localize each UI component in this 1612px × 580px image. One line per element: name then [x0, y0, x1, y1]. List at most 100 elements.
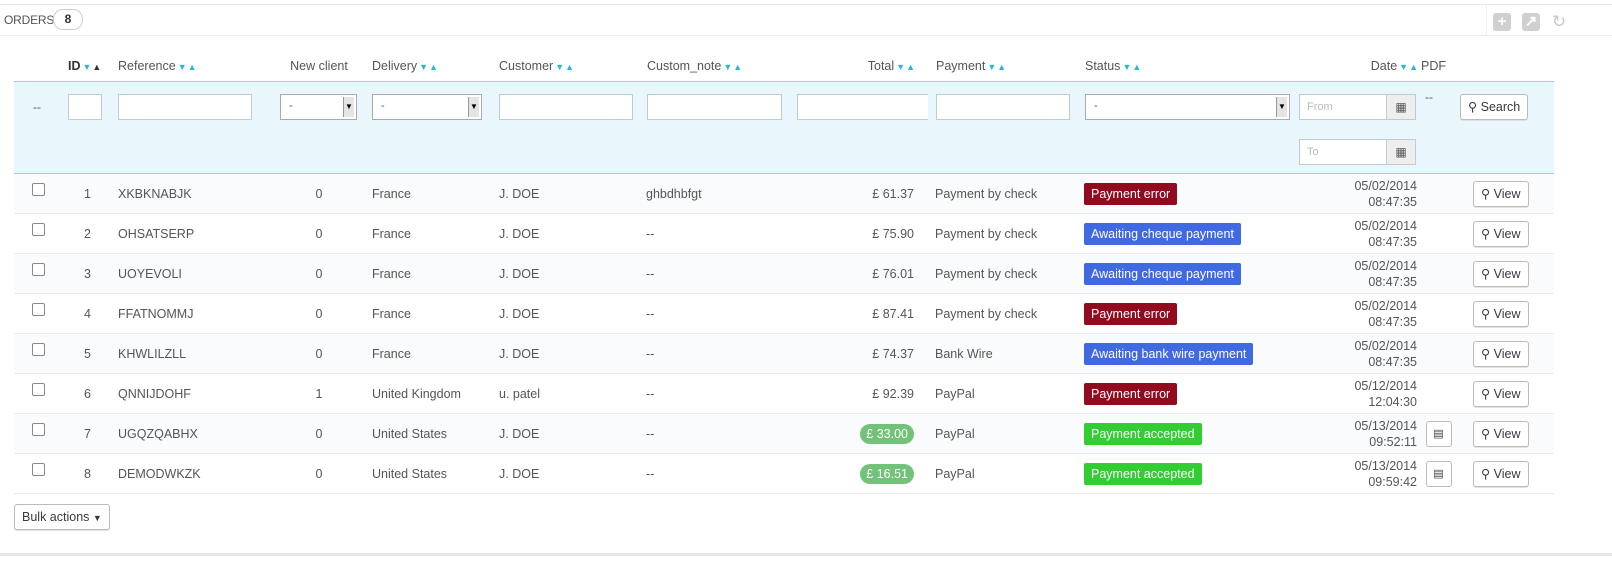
filter-total-input[interactable] [797, 93, 931, 120]
row-checkbox[interactable] [32, 263, 45, 276]
sort-asc-icon[interactable]: ▲ [1132, 62, 1141, 72]
table-row[interactable]: 3 UOYEVOLI 0 France J. DOE -- £ 76.01 Payment b… [14, 253, 1554, 294]
order-custom-note: -- [637, 453, 787, 494]
header-date[interactable]: Date ▼ ▲ [1297, 51, 1421, 82]
order-id: 6 [68, 373, 118, 414]
order-reference: QNNIJDOHF [118, 373, 278, 414]
order-date: 05/02/2014 [1354, 218, 1417, 233]
view-button[interactable]: ⚲ View [1473, 340, 1529, 367]
sort-asc-icon[interactable]: ▲ [92, 62, 101, 72]
sort-asc-icon[interactable]: ▲ [906, 62, 915, 72]
chevron-down-icon: ▼ [343, 96, 354, 117]
order-actions-cell: ⚲ View [1456, 333, 1554, 374]
sort-desc-icon[interactable]: ▼ [555, 62, 564, 72]
total-value: £ 76.01 [872, 266, 914, 281]
export-icon[interactable]: ↗ [1522, 13, 1540, 31]
sort-desc-icon[interactable]: ▼ [1399, 62, 1408, 72]
sort-desc-icon[interactable]: ▼ [896, 62, 905, 72]
date-to-input[interactable]: To [1299, 139, 1387, 165]
order-id: 4 [68, 293, 118, 334]
sort-asc-icon[interactable]: ▲ [733, 62, 742, 72]
order-custom-note: -- [637, 413, 787, 454]
pdf-invoice-button[interactable]: ▤ [1425, 460, 1452, 487]
search-button[interactable]: ⚲ Search [1460, 93, 1529, 120]
table-row[interactable]: 1 XKBKNABJK 0 France J. DOE ghbdhbfgt £ 61.37 P… [14, 173, 1554, 214]
zoom-icon: ⚲ [1481, 386, 1491, 401]
sort-desc-icon[interactable]: ▼ [178, 62, 187, 72]
view-button[interactable]: ⚲ View [1473, 300, 1529, 327]
sort-asc-icon[interactable]: ▲ [997, 62, 1006, 72]
order-payment: Payment by check [928, 293, 1077, 334]
table-row[interactable]: 5 KHWLILZLL 0 France J. DOE -- £ 74.37 Bank Wir… [14, 333, 1554, 374]
header-select [14, 51, 68, 82]
caret-down-icon: ▼ [92, 513, 102, 523]
pdf-invoice-button[interactable]: ▤ [1425, 420, 1452, 447]
total-badge: £ 16.51 [860, 463, 914, 484]
table-row[interactable]: 2 OHSATSERP 0 France J. DOE -- £ 75.90 Payment … [14, 213, 1554, 254]
refresh-icon[interactable]: ↻ [1550, 13, 1568, 31]
row-checkbox[interactable] [32, 423, 45, 436]
order-date-cell: 05/12/2014 12:04:30 [1297, 373, 1421, 414]
filter-id-input[interactable] [68, 93, 102, 120]
order-pdf-cell [1421, 373, 1456, 414]
view-button[interactable]: ⚲ View [1473, 420, 1529, 447]
order-id: 7 [68, 413, 118, 454]
view-button[interactable]: ⚲ View [1473, 260, 1529, 287]
filter-customer-input[interactable] [499, 93, 633, 120]
header-status[interactable]: Status ▼ ▲ [1077, 51, 1297, 82]
filter-status-select[interactable]: - ▼ [1085, 93, 1290, 120]
sort-asc-icon[interactable]: ▲ [188, 62, 197, 72]
bulk-actions-button[interactable]: Bulk actions ▼ [14, 504, 110, 530]
sort-desc-icon[interactable]: ▼ [83, 62, 92, 72]
calendar-icon[interactable]: ▦ [1386, 93, 1416, 120]
row-checkbox[interactable] [32, 343, 45, 356]
status-badge: Awaiting cheque payment [1084, 222, 1241, 245]
filter-reference-input[interactable] [118, 93, 252, 120]
header-delivery[interactable]: Delivery ▼ ▲ [360, 51, 488, 82]
order-customer: J. DOE [488, 413, 637, 454]
filter-bulk-placeholder: -- [14, 81, 68, 131]
order-reference: KHWLILZLL [118, 333, 278, 374]
total-value: £ 87.41 [872, 306, 914, 321]
filter-delivery-select[interactable]: - ▼ [372, 93, 482, 120]
order-delivery: France [360, 333, 488, 374]
table-row[interactable]: 6 QNNIJDOHF 1 United Kingdom u. patel -- £ 92.… [14, 373, 1554, 414]
header-total[interactable]: Total ▼ ▲ [787, 51, 928, 82]
view-button[interactable]: ⚲ View [1473, 460, 1529, 487]
header-custom-note[interactable]: Custom_note ▼ ▲ [637, 51, 787, 82]
order-payment: PayPal [928, 453, 1077, 494]
row-checkbox[interactable] [32, 383, 45, 396]
view-button[interactable]: ⚲ View [1473, 220, 1529, 247]
sort-desc-icon[interactable]: ▼ [987, 62, 996, 72]
order-date-cell: 05/02/2014 08:47:35 [1297, 293, 1421, 334]
header-reference[interactable]: Reference ▼ ▲ [118, 51, 278, 82]
row-select-cell [14, 373, 68, 414]
sort-asc-icon[interactable]: ▲ [565, 62, 574, 72]
add-icon[interactable]: + [1493, 13, 1511, 31]
header-customer[interactable]: Customer ▼ ▲ [488, 51, 637, 82]
header-payment[interactable]: Payment ▼ ▲ [928, 51, 1077, 82]
filter-custom-note-input[interactable] [647, 93, 782, 120]
order-customer: J. DOE [488, 173, 637, 214]
order-payment: Payment by check [928, 213, 1077, 254]
filter-new-client-select[interactable]: - ▼ [280, 93, 357, 120]
status-badge: Awaiting cheque payment [1084, 262, 1241, 285]
sort-desc-icon[interactable]: ▼ [1122, 62, 1131, 72]
table-row[interactable]: 8 DEMODWKZK 0 United States J. DOE -- £ 16.51 P… [14, 453, 1554, 494]
calendar-icon[interactable]: ▦ [1386, 139, 1416, 165]
sort-desc-icon[interactable]: ▼ [723, 62, 732, 72]
filter-payment-input[interactable] [936, 93, 1070, 120]
table-row[interactable]: 4 FFATNOMMJ 0 France J. DOE -- £ 87.41 Payment … [14, 293, 1554, 334]
date-from-input[interactable]: From [1299, 93, 1387, 120]
sort-asc-icon[interactable]: ▲ [429, 62, 438, 72]
view-button[interactable]: ⚲ View [1473, 380, 1529, 407]
sort-asc-icon[interactable]: ▲ [1409, 62, 1418, 72]
table-row[interactable]: 7 UGQZQABHX 0 United States J. DOE -- £ 33.00 P… [14, 413, 1554, 454]
header-id[interactable]: ID ▼ ▲ [68, 51, 118, 82]
row-checkbox[interactable] [32, 183, 45, 196]
row-checkbox[interactable] [32, 463, 45, 476]
view-button[interactable]: ⚲ View [1473, 180, 1529, 207]
sort-desc-icon[interactable]: ▼ [419, 62, 428, 72]
row-checkbox[interactable] [32, 303, 45, 316]
row-checkbox[interactable] [32, 223, 45, 236]
